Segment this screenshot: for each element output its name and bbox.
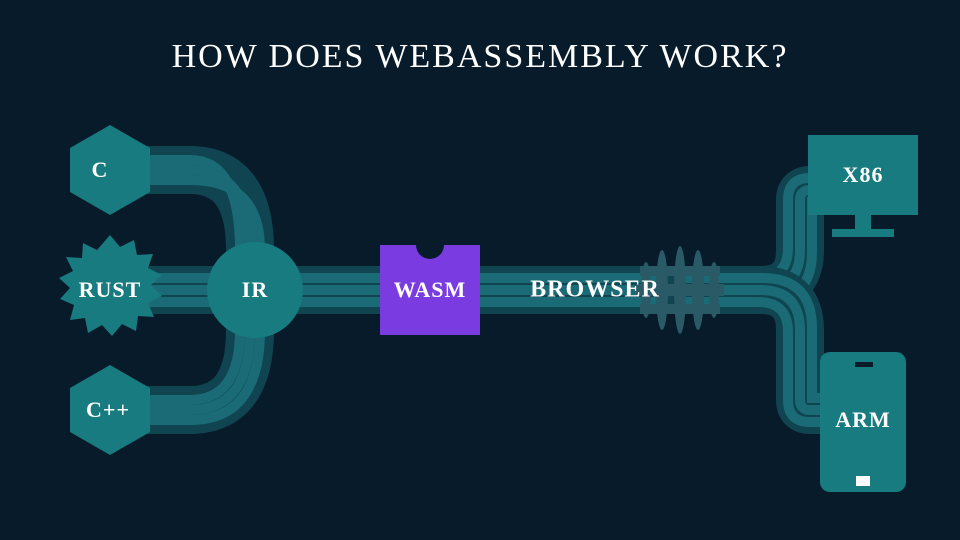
diagram-canvas <box>0 0 960 540</box>
label-arm: ARM <box>835 407 891 433</box>
label-x86: X86 <box>843 162 884 188</box>
label-wasm: WASM <box>394 277 466 303</box>
label-browser: BROWSER <box>530 277 660 304</box>
label-cpp: C++ <box>86 397 130 423</box>
label-c: C <box>92 157 109 183</box>
label-ir: IR <box>242 277 268 303</box>
label-rust: RUST <box>79 277 142 303</box>
node-c <box>70 125 150 215</box>
